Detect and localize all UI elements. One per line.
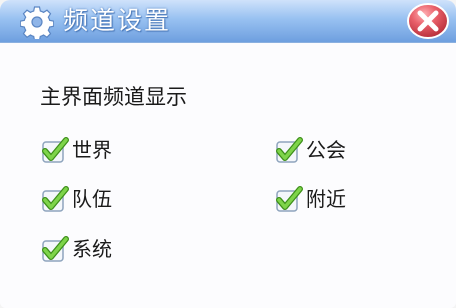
dialog-title: 频道设置 bbox=[63, 6, 172, 35]
close-button[interactable] bbox=[406, 2, 450, 40]
checkbox-checked-icon[interactable] bbox=[40, 184, 70, 214]
dialog-content: 主界面频道显示 世界 公会 队伍 附近 系统 bbox=[0, 43, 456, 308]
checkbox-checked-icon[interactable] bbox=[274, 184, 304, 214]
option-label: 世界 bbox=[72, 138, 112, 162]
gear-icon bbox=[20, 6, 54, 39]
title-bar: 频道设置 bbox=[0, 0, 456, 43]
option-team[interactable]: 队伍 bbox=[40, 184, 112, 214]
option-label: 系统 bbox=[72, 237, 112, 261]
checkbox-checked-icon[interactable] bbox=[40, 135, 70, 165]
checkbox-checked-icon[interactable] bbox=[274, 135, 304, 165]
option-guild[interactable]: 公会 bbox=[274, 135, 346, 165]
section-label: 主界面频道显示 bbox=[40, 85, 187, 109]
channel-settings-dialog: 频道设置 主界面频道显示 世界 公会 队伍 附近 系统 bbox=[0, 0, 456, 308]
option-label: 队伍 bbox=[72, 187, 112, 211]
option-label: 公会 bbox=[306, 138, 346, 162]
option-system[interactable]: 系统 bbox=[40, 234, 112, 264]
option-label: 附近 bbox=[306, 187, 346, 211]
checkbox-checked-icon[interactable] bbox=[40, 234, 70, 264]
option-world[interactable]: 世界 bbox=[40, 135, 112, 165]
close-icon bbox=[407, 3, 449, 39]
option-nearby[interactable]: 附近 bbox=[274, 184, 346, 214]
